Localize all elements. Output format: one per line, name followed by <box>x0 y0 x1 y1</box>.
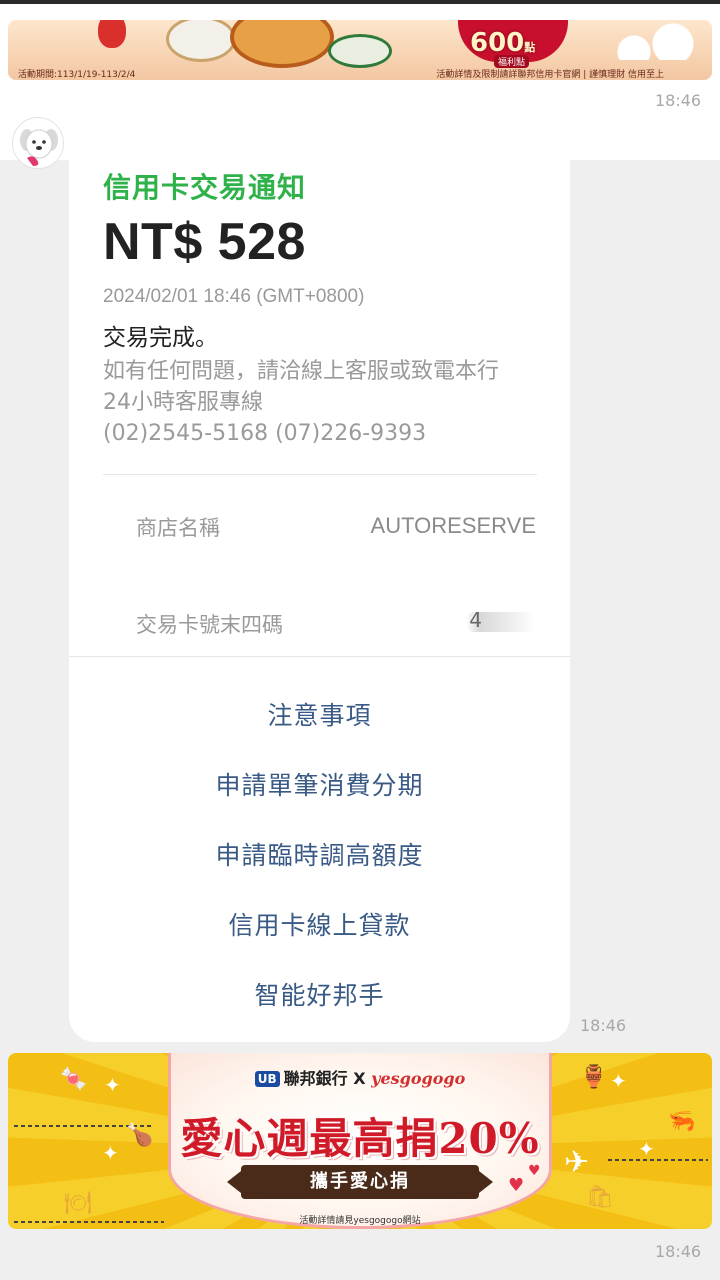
shopping-bag-icon: 🛍 <box>586 1185 614 1210</box>
card-last4-value: 4 <box>469 608 482 632</box>
hotpot-icon <box>230 20 334 68</box>
divider <box>103 474 537 475</box>
banner-footer-note: 活動詳情請見yesgogogo網站 <box>299 1216 421 1226</box>
bot-avatar[interactable] <box>12 117 64 169</box>
cobrand-cross: X <box>353 1069 366 1088</box>
plate-icon <box>166 20 236 62</box>
message-timestamp: 18:46 <box>655 1242 702 1261</box>
note-line: 如有任何問題，請洽線上客服或致電本行 <box>103 359 500 384</box>
promo-disclaimer: 活動詳情及限制請詳聯邦信用卡官網 | 謹慎理財 信用至上 <box>436 70 664 80</box>
action-smart-assistant[interactable]: 智能好邦手 <box>69 976 570 1012</box>
note-line: 24小時客服專線 <box>103 390 263 415</box>
transaction-datetime: 2024/02/01 18:46 (GMT+0800) <box>103 286 365 307</box>
cobrand-header: UB 聯邦銀行 X yesgogogo <box>8 1065 712 1089</box>
action-raise-limit[interactable]: 申請臨時調高額度 <box>69 836 570 872</box>
dog-mascot-icon <box>13 118 63 168</box>
heart-icon: ♥ <box>528 1163 541 1179</box>
transaction-amount: NT$ 528 <box>103 213 306 271</box>
paper-plane-icon: ✈ <box>564 1145 590 1180</box>
action-card-loan[interactable]: 信用卡線上貸款 <box>69 906 570 942</box>
bank-logo: UB <box>254 1071 280 1087</box>
transaction-status: 交易完成。 <box>103 325 218 351</box>
status-bar-edge <box>0 0 720 4</box>
action-installment[interactable]: 申請單筆消費分期 <box>69 766 570 802</box>
lantern-icon <box>98 20 126 48</box>
promo-period: 活動期間:113/1/19-113/2/4 <box>18 70 136 80</box>
action-notice[interactable]: 注意事項 <box>69 696 570 732</box>
banner-headline: 愛心週最高捐20% <box>180 1114 540 1163</box>
card-last4-label: 交易卡號末四碼 <box>136 613 283 637</box>
divider <box>69 656 570 657</box>
cloud-decoration <box>582 20 712 60</box>
merchant-name-label: 商店名稱 <box>136 516 220 540</box>
notification-title: 信用卡交易通知 <box>103 171 307 204</box>
merchant-name-value: AUTORESERVE <box>370 513 536 538</box>
points-value: 600點 <box>470 28 536 58</box>
transaction-message-card: 信用卡交易通知 NT$ 528 2024/02/01 18:46 (GMT+08… <box>69 160 570 1042</box>
vegetable-dish-icon <box>328 34 392 68</box>
customer-service-note: 如有任何問題，請洽線上客服或致電本行 24小時客服專線 (02)2545-516… <box>103 356 553 449</box>
heart-icon: ♥ <box>508 1175 525 1196</box>
message-timestamp: 18:46 <box>580 1016 627 1035</box>
service-phone-numbers[interactable]: (02)2545-5168 (07)226-9393 <box>103 418 553 449</box>
donate-button[interactable]: 攜手愛心捐 <box>227 1165 493 1199</box>
promo-banner-bottom[interactable]: 🍬 🍗 🍽 🏺 🦐 🛍 ✦ ✦ ✦ ✦ UB 聯邦銀行 X yesgogogo 愛… <box>8 1053 712 1229</box>
promo-banner-top[interactable]: 600點 福利點 活動期間:113/1/19-113/2/4 活動詳情及限制請詳… <box>8 20 712 80</box>
message-timestamp: 18:46 <box>655 91 702 110</box>
bank-name: 聯邦銀行 <box>283 1069 348 1088</box>
partner-logo: yesgogogo <box>371 1069 466 1088</box>
